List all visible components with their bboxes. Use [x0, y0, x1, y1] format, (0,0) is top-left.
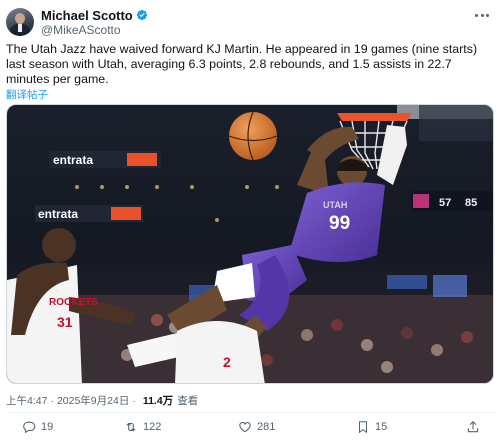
retweet-button[interactable]: 122: [124, 420, 161, 434]
like-button[interactable]: 281: [238, 420, 275, 434]
share-button[interactable]: [466, 420, 480, 434]
reply-count: 19: [41, 421, 54, 433]
dunk-photo: entrata entrata 57 85 99 UTAH ROCKETS 31…: [7, 105, 493, 383]
tweet-photo[interactable]: entrata entrata 57 85 99 UTAH ROCKETS 31…: [6, 104, 494, 384]
lower-banner-text: entrata: [38, 207, 78, 221]
views-count: 11.4万: [142, 395, 174, 407]
action-bar: 19 122 281 15: [6, 417, 494, 437]
basketball-icon: [229, 112, 277, 160]
tweet-meta: 上午4:47 · 2025年9月24日 · 11.4万 查看: [6, 393, 198, 408]
author-display-name[interactable]: Michael Scotto: [41, 8, 133, 23]
scoreboard-right: 85: [465, 197, 477, 209]
rockets-jersey-number: 31: [57, 314, 73, 330]
retweet-icon: [126, 422, 136, 432]
rockets-player-2-number: 2: [223, 354, 231, 370]
upper-banner-text: entrata: [53, 153, 93, 167]
bookmark-icon: [358, 421, 368, 434]
reply-button[interactable]: 19: [22, 420, 53, 434]
tweet-header: Michael Scotto @MikeAScotto: [6, 6, 494, 38]
scoreboard: 57 85: [411, 191, 493, 211]
translate-post-link[interactable]: 翻译帖子: [6, 87, 48, 102]
more-options-icon[interactable]: [472, 8, 492, 22]
upper-banner: entrata: [49, 151, 161, 168]
share-icon: [467, 421, 479, 433]
bookmark-count: 15: [375, 421, 388, 433]
bookmark-button[interactable]: 15: [356, 420, 387, 434]
meta-separator: ·: [132, 394, 136, 407]
rockets-jersey-team: ROCKETS: [49, 297, 98, 308]
verified-badge-icon: [136, 9, 147, 21]
tweet-card: Michael Scotto @MikeAScotto The Utah Jaz…: [0, 0, 500, 440]
reply-icon: [23, 421, 36, 434]
jazz-jersey-number: 99: [329, 213, 350, 234]
divider: [6, 412, 494, 413]
views-label: 查看: [177, 395, 199, 407]
heart-icon: [239, 422, 251, 433]
tweet-time[interactable]: 上午4:47: [6, 393, 47, 408]
tweet-date[interactable]: 2025年9月24日: [57, 393, 129, 408]
meta-separator: ·: [50, 394, 54, 407]
retweet-count: 122: [143, 421, 162, 433]
rockets-player-2: 2: [175, 321, 265, 383]
tweet-text: The Utah Jazz have waived forward KJ Mar…: [6, 42, 478, 86]
avatar[interactable]: [6, 8, 34, 36]
author-info: Michael Scotto @MikeAScotto: [41, 8, 148, 37]
scoreboard-left: 57: [439, 197, 451, 209]
jazz-jersey-team: UTAH: [323, 200, 347, 210]
lower-banner: entrata: [35, 205, 143, 222]
author-handle[interactable]: @MikeAScotto: [41, 23, 148, 37]
like-count: 281: [257, 421, 276, 433]
